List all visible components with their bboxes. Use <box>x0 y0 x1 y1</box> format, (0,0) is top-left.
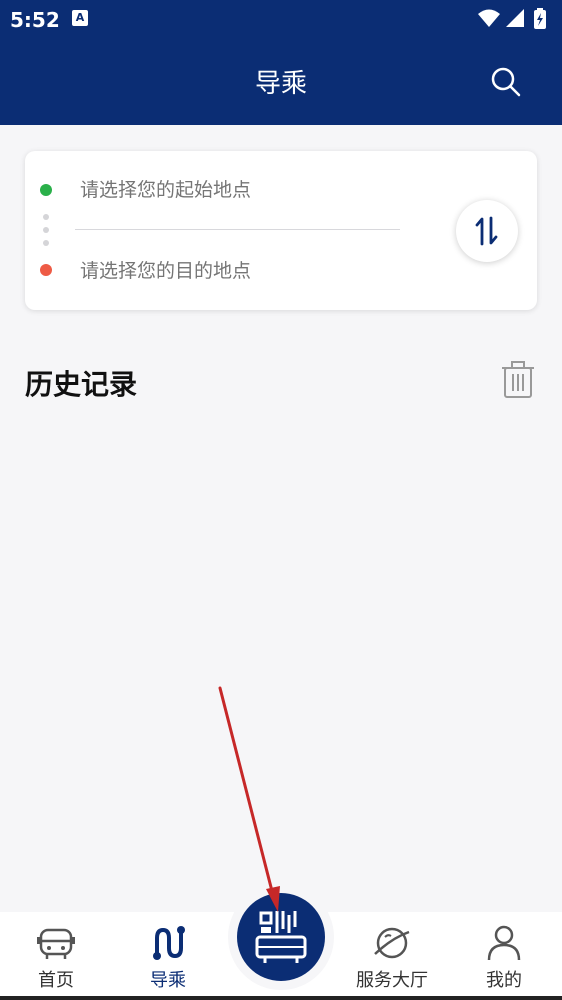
app-header: 5:52 A 导乘 <box>0 0 562 125</box>
swap-icon <box>475 216 498 246</box>
tab-home-label: 首页 <box>38 970 74 991</box>
tab-profile-label: 我的 <box>486 970 522 991</box>
connector-dot <box>43 214 49 220</box>
status-bar: 5:52 A <box>0 0 562 38</box>
start-dot-icon <box>40 184 52 196</box>
tab-home[interactable]: 首页 <box>0 912 112 1000</box>
tab-service-hall[interactable]: 服务大厅 <box>336 912 448 1000</box>
route-icon <box>153 926 185 960</box>
user-icon <box>487 925 521 961</box>
qr-bus-icon <box>255 911 307 963</box>
trash-icon[interactable] <box>500 360 536 400</box>
bus-icon <box>37 928 75 959</box>
history-title: 历史记录 <box>25 368 138 401</box>
planet-icon <box>374 927 410 959</box>
navigation-bar <box>0 996 562 1000</box>
destination-input[interactable] <box>80 256 400 286</box>
search-icon[interactable] <box>486 62 526 102</box>
status-icons <box>478 8 546 29</box>
end-dot-icon <box>40 264 52 276</box>
tab-service-hall-label: 服务大厅 <box>356 970 428 991</box>
connector-dot <box>43 227 49 233</box>
tab-guide[interactable]: 导乘 <box>112 912 224 1000</box>
notification-icon: A <box>72 10 88 26</box>
card-divider <box>75 229 400 230</box>
battery-icon <box>534 8 546 29</box>
tab-guide-label: 导乘 <box>150 970 186 991</box>
tab-profile[interactable]: 我的 <box>448 912 560 1000</box>
status-time: 5:52 <box>10 8 60 32</box>
signal-icon <box>506 9 524 27</box>
start-location-input[interactable] <box>80 175 400 205</box>
swap-locations-button[interactable] <box>456 200 518 262</box>
wifi-icon <box>478 9 500 27</box>
page-title: 导乘 <box>254 69 307 99</box>
scan-ride-button[interactable] <box>237 893 325 981</box>
connector-dot <box>43 240 49 246</box>
route-selection-card <box>25 151 537 310</box>
